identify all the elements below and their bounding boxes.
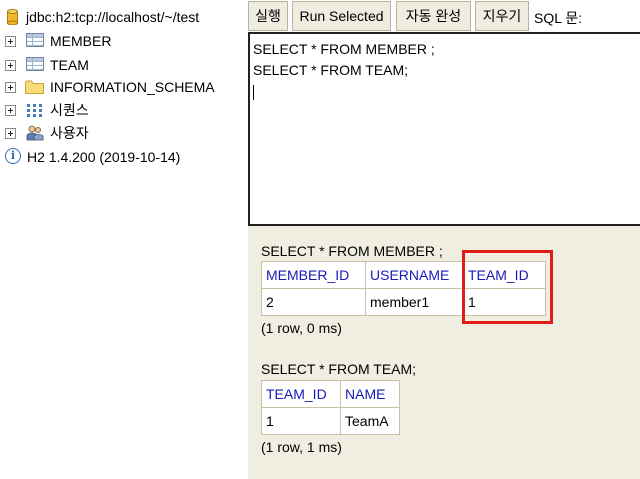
folder-icon <box>25 80 44 94</box>
sql-editor[interactable]: SELECT * FROM MEMBER ; SELECT * FROM TEAM… <box>248 32 640 226</box>
column-header[interactable]: USERNAME <box>365 261 464 289</box>
run-button[interactable]: 실행 <box>248 1 288 31</box>
tree-item-label: TEAM <box>50 57 89 73</box>
database-icon <box>7 9 18 25</box>
tree-item-label: 사용자 <box>50 125 89 141</box>
column-header[interactable]: TEAM_ID <box>261 380 341 408</box>
highlight-box <box>462 250 553 324</box>
tree-connection[interactable]: jdbc:h2:tcp://localhost/~/test <box>0 7 199 27</box>
tree-item-member[interactable]: MEMBER <box>0 31 248 51</box>
table-cell: 2 <box>261 288 366 316</box>
table-cell: 1 <box>261 407 341 435</box>
result-table-team: TEAM_ID NAME 1 TeamA <box>261 380 400 435</box>
run-selected-button[interactable]: Run Selected <box>292 1 391 31</box>
expand-icon[interactable] <box>5 104 16 116</box>
table-header-row: TEAM_ID NAME <box>261 380 400 408</box>
result-row-count: (1 row, 0 ms) <box>261 320 342 336</box>
result-row-count: (1 row, 1 ms) <box>261 439 342 455</box>
result-query: SELECT * FROM MEMBER ; <box>261 243 443 259</box>
column-header[interactable]: NAME <box>340 380 400 408</box>
sql-line-1: SELECT * FROM MEMBER ; <box>253 41 435 57</box>
table-icon <box>26 33 44 47</box>
tree-item-label: MEMBER <box>50 33 112 49</box>
sql-line-2: SELECT * FROM TEAM; <box>253 62 409 78</box>
tree-item-team[interactable]: TEAM <box>0 55 248 75</box>
clear-button[interactable]: 지우기 <box>475 1 529 31</box>
version-info: i H2 1.4.200 (2019-10-14) <box>0 147 248 167</box>
expand-icon[interactable] <box>5 35 16 47</box>
autocomplete-button[interactable]: 자동 완성 <box>396 1 471 31</box>
tree-item-label: 시퀀스 <box>50 102 89 118</box>
query-panel: 실행 Run Selected 자동 완성 지우기 SQL 문: SELECT … <box>248 0 640 479</box>
users-icon <box>26 125 44 141</box>
column-header[interactable]: MEMBER_ID <box>261 261 366 289</box>
sql-statement-label: SQL 문: <box>534 10 583 26</box>
table-cell: member1 <box>365 288 464 316</box>
text-caret <box>253 84 254 100</box>
table-cell: TeamA <box>340 407 400 435</box>
tree-item-information-schema[interactable]: INFORMATION_SCHEMA <box>0 77 248 97</box>
expand-icon[interactable] <box>5 127 16 139</box>
sequence-icon <box>27 104 42 117</box>
object-tree-panel: jdbc:h2:tcp://localhost/~/test MEMBER TE… <box>0 0 248 479</box>
expand-icon[interactable] <box>5 59 16 71</box>
expand-icon[interactable] <box>5 81 16 93</box>
tree-item-label: INFORMATION_SCHEMA <box>50 79 215 95</box>
version-label: H2 1.4.200 (2019-10-14) <box>27 149 181 165</box>
result-query: SELECT * FROM TEAM; <box>261 361 417 377</box>
tree-item-sequences[interactable]: 시퀀스 <box>0 100 248 120</box>
toolbar: 실행 Run Selected 자동 완성 지우기 SQL 문: <box>248 0 640 32</box>
connection-label: jdbc:h2:tcp://localhost/~/test <box>26 9 200 25</box>
table-row: 1 TeamA <box>261 407 400 435</box>
table-icon <box>26 57 44 71</box>
tree-item-users[interactable]: 사용자 <box>0 123 248 143</box>
info-icon: i <box>5 148 21 164</box>
